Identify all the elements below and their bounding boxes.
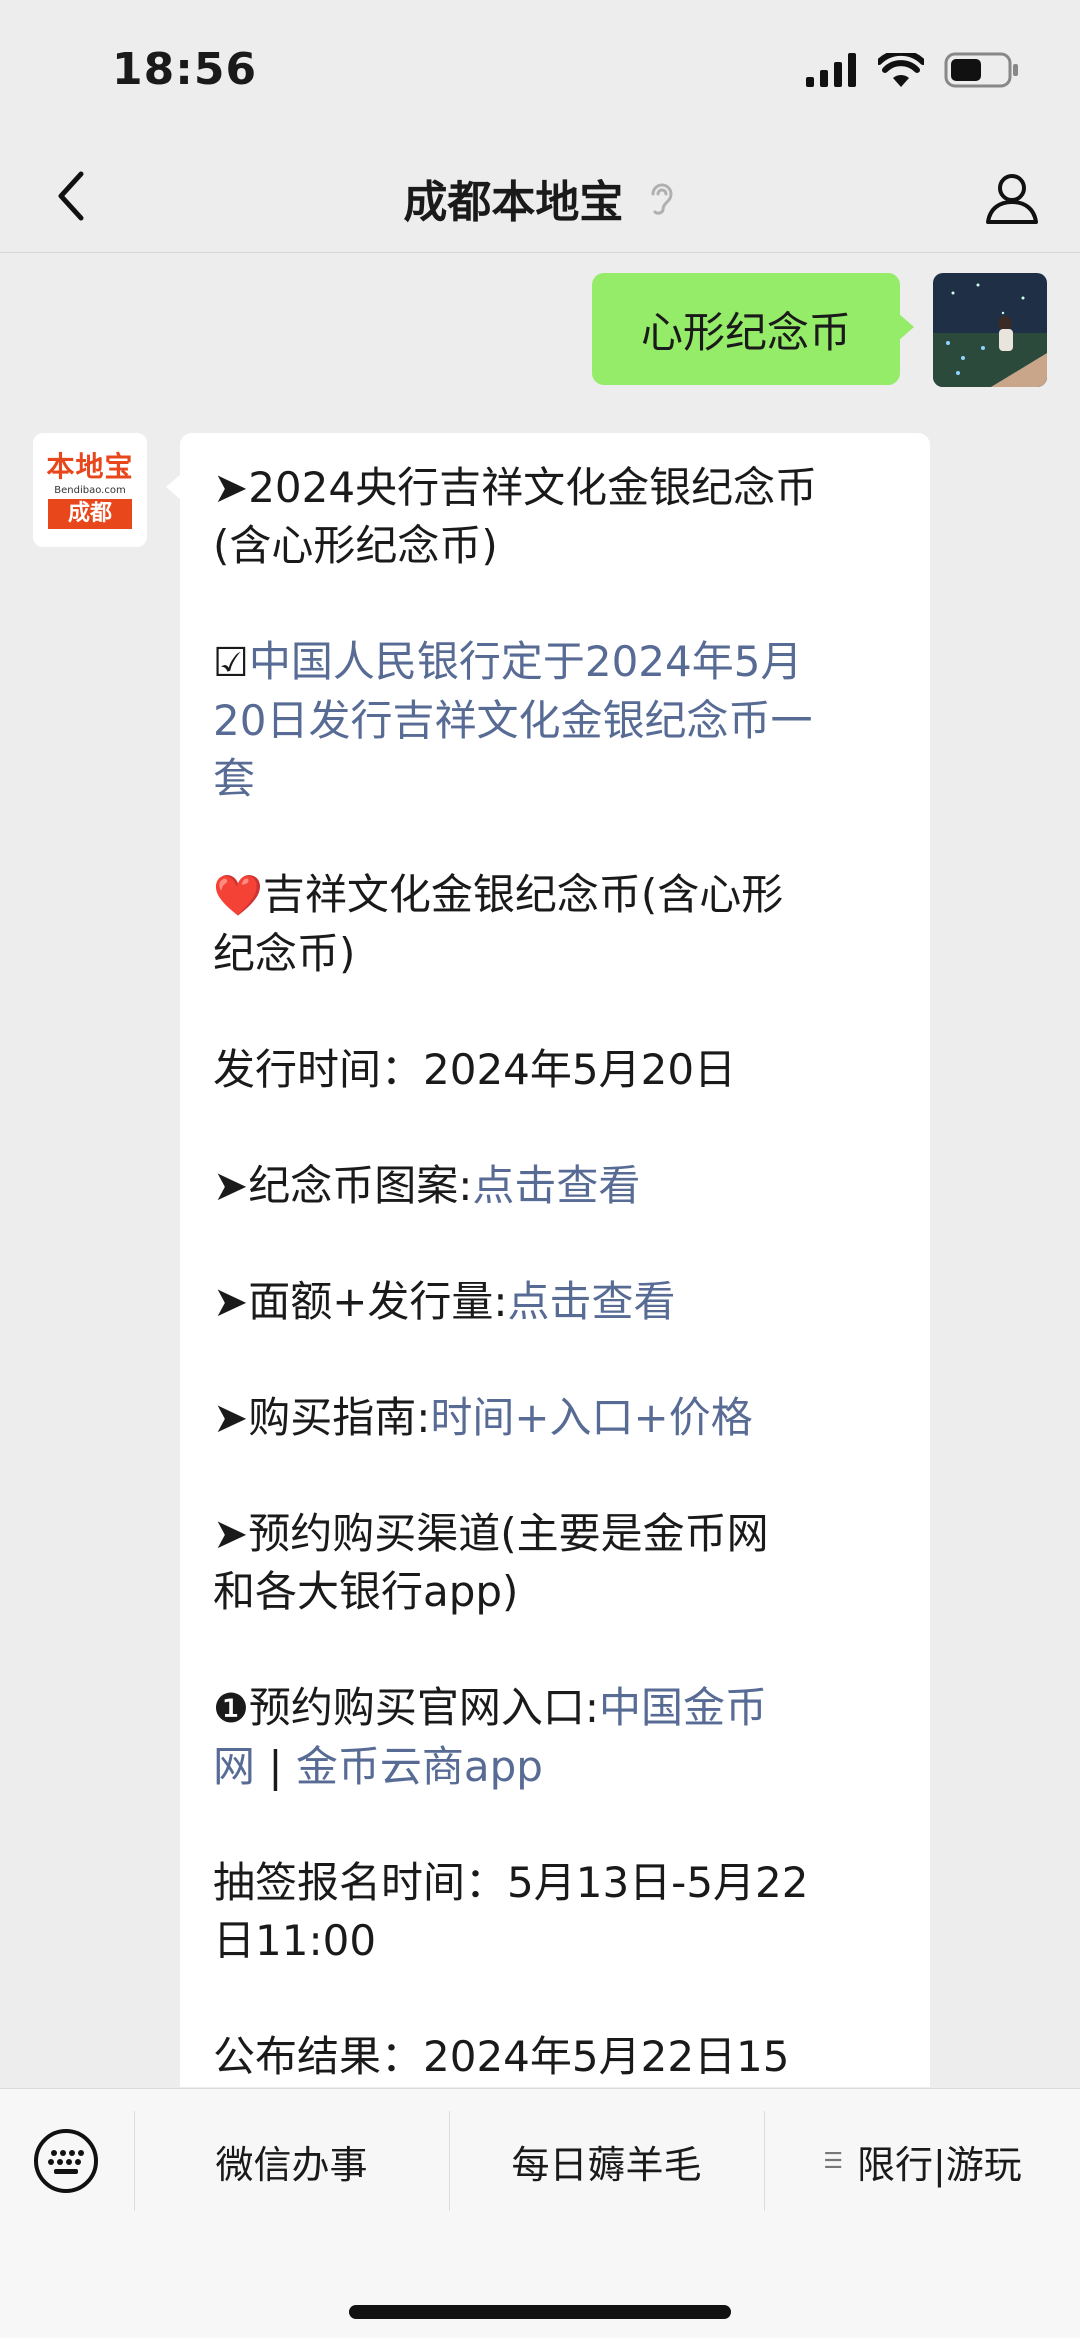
message-line: ➤纪念币图案:点击查看 (213, 1157, 898, 1215)
message-text: 发行时间：2024年5月20日 (213, 1045, 737, 1094)
bot-avatar[interactable]: 本地宝 Bendibao.com 成都 (33, 433, 147, 547)
message-text: ➤预约购买渠道(主要是金币网 (213, 1509, 769, 1558)
submenu-list-icon: ☰ (823, 2148, 843, 2174)
message-line: 套 (213, 750, 898, 808)
message-line: ❶预约购买官网入口:中国金币 (213, 1679, 898, 1738)
line-prefix-icon: ☑ (213, 640, 249, 686)
message-line: ❤️吉祥文化金银纪念币(含心形 (213, 866, 898, 925)
message-text: ➤纪念币图案: (213, 1161, 473, 1210)
message-link[interactable]: 网 (213, 1742, 255, 1791)
message-line (213, 1447, 898, 1505)
message-line: ➤预约购买渠道(主要是金币网 (213, 1505, 898, 1563)
message-line (213, 1215, 898, 1273)
message-line (213, 575, 898, 633)
message-text: 和各大银行app) (213, 1567, 519, 1616)
menu-item-traffic-travel[interactable]: ☰ 限行|游玩 (765, 2111, 1080, 2211)
message-line: 网 | 金币云商app (213, 1738, 898, 1796)
message-line (213, 1796, 898, 1854)
logo-city: 成都 (48, 499, 132, 529)
message-link[interactable]: 中国金币 (599, 1683, 767, 1732)
message-link[interactable]: 点击查看 (472, 1161, 640, 1210)
message-text: 纪念币) (213, 929, 356, 978)
outgoing-message[interactable]: 心形纪念币 (592, 273, 914, 385)
message-link[interactable]: 套 (213, 754, 255, 803)
message-line: 日11:00 (213, 1912, 898, 1970)
message-link[interactable]: 时间+入口+价格 (430, 1393, 752, 1442)
menu-item-daily-deals[interactable]: 每日薅羊毛 (450, 2111, 763, 2211)
message-line: ➤面额+发行量:点击查看 (213, 1273, 898, 1331)
signal-icon (806, 53, 858, 91)
incoming-message[interactable]: ➤2024央行吉祥文化金银纪念币 (含心形纪念币) ☑中国人民银行定于2024年5月… (166, 433, 930, 2087)
menu-item-label: 限行|游玩 (856, 2142, 1022, 2187)
message-link[interactable]: 点击查看 (508, 1277, 676, 1326)
message-line: 和各大银行app) (213, 1563, 898, 1621)
profile-button[interactable] (972, 158, 1052, 238)
message-line (213, 808, 898, 866)
message-text: 抽签报名时间：5月13日-5月22 (213, 1858, 809, 1907)
message-line (213, 1621, 898, 1679)
battery-icon (944, 52, 1020, 92)
status-bar: 18:56 (0, 0, 1080, 140)
nav-bar: 成都本地宝 (0, 140, 1080, 253)
message-text: ➤2024央行吉祥文化金银纪念币 (213, 463, 818, 512)
message-text: | (255, 1742, 296, 1791)
message-body: ➤2024央行吉祥文化金银纪念币 (含心形纪念币) ☑中国人民银行定于2024年5月… (213, 459, 898, 2086)
message-line (213, 1099, 898, 1157)
menu-item-label: 微信办事 (215, 2142, 368, 2187)
message-line: (含心形纪念币) (213, 517, 898, 575)
message-text: 公布结果：2024年5月22日15 (213, 2032, 790, 2081)
message-text: ➤面额+发行量: (213, 1277, 508, 1326)
logo-name: 本地宝 (46, 450, 134, 483)
person-icon (986, 174, 1038, 224)
bottom-menu: 微信办事 每日薅羊毛 ☰ 限行|游玩 (0, 2088, 1080, 2338)
message-line (213, 983, 898, 1041)
message-link[interactable]: 20日发行吉祥文化金银纪念币一 (213, 696, 812, 745)
wifi-icon (876, 49, 926, 91)
chat-area[interactable]: 心形纪念币 本地宝 Bendibao.com 成都 ➤2024央行吉祥文化金银纪… (0, 253, 1080, 2087)
home-indicator[interactable] (349, 2305, 731, 2319)
message-line: 公布结果：2024年5月22日15 (213, 2028, 898, 2086)
outgoing-message-text: 心形纪念币 (640, 307, 851, 357)
line-prefix-icon: ❤️ (213, 873, 263, 919)
message-text: ➤购买指南: (213, 1393, 431, 1442)
status-time: 18:56 (112, 44, 258, 95)
user-avatar[interactable] (933, 273, 1047, 387)
keyboard-toggle-button[interactable] (30, 2125, 102, 2197)
menu-item-label: 每日薅羊毛 (511, 2142, 702, 2187)
message-text: (含心形纪念币) (213, 521, 498, 570)
ear-icon (647, 180, 677, 231)
message-line: 20日发行吉祥文化金银纪念币一 (213, 692, 898, 750)
page-title-text: 成都本地宝 (403, 177, 624, 228)
keyboard-icon (34, 2129, 98, 2193)
message-line (213, 1331, 898, 1389)
status-icons (806, 49, 1020, 92)
message-line: ➤2024央行吉祥文化金银纪念币 (213, 459, 898, 517)
message-line (213, 1970, 898, 2028)
message-line: 抽签报名时间：5月13日-5月22 (213, 1854, 898, 1912)
line-prefix-icon: ❶ (213, 1686, 249, 1732)
message-text: 预约购买官网入口: (248, 1683, 600, 1732)
message-link[interactable]: 金币云商app (296, 1742, 543, 1791)
message-text: 日11:00 (213, 1916, 377, 1965)
menu-item-wechat-services[interactable]: 微信办事 (135, 2111, 448, 2211)
page-title: 成都本地宝 (0, 166, 1080, 231)
message-line: 发行时间：2024年5月20日 (213, 1041, 898, 1099)
message-text: 吉祥文化金银纪念币(含心形 (262, 870, 784, 919)
logo-domain: Bendibao.com (54, 485, 126, 496)
message-line: ➤购买指南:时间+入口+价格 (213, 1389, 898, 1447)
message-line: 纪念币) (213, 925, 898, 983)
message-link[interactable]: 中国人民银行定于2024年5月 (249, 637, 803, 686)
message-line: ☑中国人民银行定于2024年5月 (213, 633, 898, 692)
